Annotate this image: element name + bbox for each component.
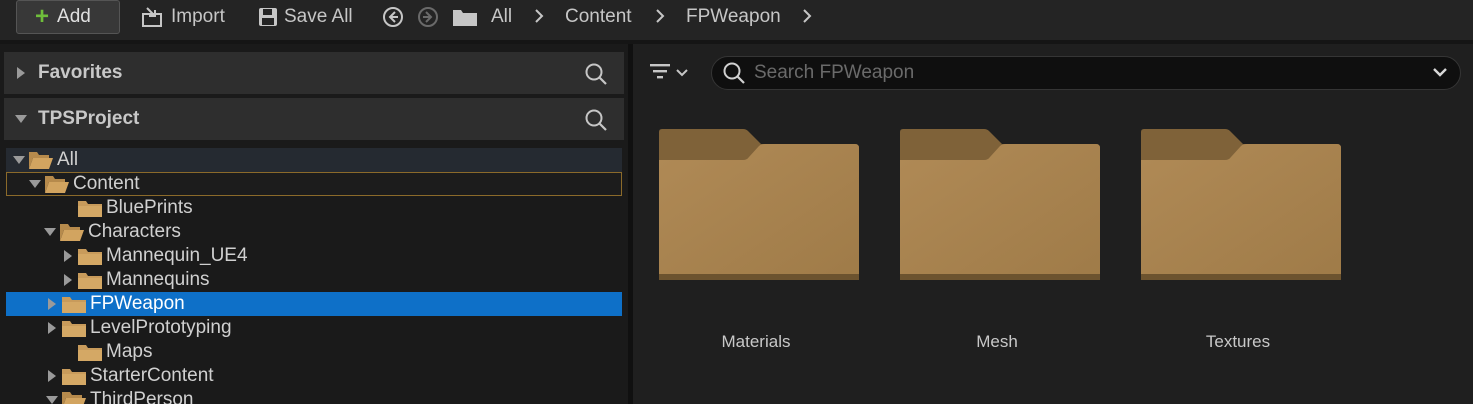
plus-icon: + [35,3,50,30]
tree-item-blueprints[interactable]: BluePrints [6,196,622,220]
tree-item-label: Content [73,173,140,194]
search-icon[interactable] [584,62,608,92]
save-all-button[interactable]: Save All [258,0,353,34]
expand-arrow-icon[interactable] [61,249,75,263]
save-icon [258,7,278,27]
expand-arrow-icon[interactable] [45,297,59,311]
asset-view-panel: Materials Mesh Textures [633,44,1473,404]
folder-tree: All Content BluePrints Characters Mannequin_… [4,142,624,404]
tree-item-label: StarterContent [90,365,214,386]
add-button-label: Add [57,6,91,27]
tree-item-startercontent[interactable]: StarterContent [6,364,622,388]
tree-item-label: FPWeapon [90,293,185,314]
folder-icon [900,129,1100,280]
asset-label: Mesh [976,332,1018,351]
asset-tile-materials[interactable]: Materials [653,128,859,364]
search-icon[interactable] [584,108,608,138]
expand-arrow-icon[interactable] [45,369,59,383]
folder-icon [61,318,87,338]
asset-search-input[interactable] [754,62,1404,84]
tree-item-label: ThirdPerson [90,389,194,404]
tree-item-label: Maps [106,341,153,362]
collapse-arrow-icon[interactable] [28,177,42,191]
expand-arrow-icon[interactable] [45,321,59,335]
tree-item-content[interactable]: Content [6,172,622,196]
search-icon [722,61,746,85]
collapse-arrow-icon[interactable] [43,225,57,239]
tree-item-characters[interactable]: Characters [6,220,622,244]
filter-button[interactable] [649,62,689,85]
favorites-header[interactable]: Favorites [4,52,624,94]
folder-icon [77,246,103,266]
folder-icon [659,129,859,280]
tree-item-label: All [57,149,79,170]
back-icon[interactable] [382,0,404,34]
folder-icon [61,294,87,314]
tree-item-fpweapon[interactable]: FPWeapon [6,292,622,316]
project-label: TPSProject [38,108,140,129]
project-header[interactable]: TPSProject [4,98,624,140]
asset-search-box[interactable] [711,56,1461,90]
folder-open-icon [61,390,87,404]
breadcrumb-fpweapon[interactable]: FPWeapon [686,0,781,34]
asset-tile-textures[interactable]: Textures [1135,128,1341,364]
tree-item-label: BluePrints [106,197,193,218]
favorites-label: Favorites [38,62,123,83]
folder-icon [77,342,103,362]
chevron-down-icon[interactable] [1432,66,1448,78]
forward-icon[interactable] [417,0,439,34]
import-icon [141,6,165,28]
tree-item-label: Mannequins [106,269,210,290]
filter-icon [649,62,671,85]
breadcrumb-all[interactable]: All [491,0,512,34]
tree-item-all[interactable]: All [6,148,622,172]
collapse-arrow-icon[interactable] [4,114,38,124]
folder-open-icon [28,150,54,170]
breadcrumb-content[interactable]: Content [565,0,632,34]
content-browser-toolbar: + Add Import Save All All Content FPWeap… [0,0,1473,40]
collapse-arrow-icon[interactable] [12,153,26,167]
tree-item-thirdperson[interactable]: ThirdPerson [6,388,622,404]
chevron-down-icon [675,65,689,83]
folder-icon [77,270,103,290]
chevron-right-icon[interactable] [802,6,814,31]
asset-label: Textures [1205,332,1271,351]
expand-arrow-icon[interactable] [61,273,75,287]
tree-item-mannequin-ue4[interactable]: Mannequin_UE4 [6,244,622,268]
collapse-arrow-icon[interactable] [45,393,59,404]
folder-open-icon [44,174,70,194]
save-all-label: Save All [284,6,353,27]
tree-item-maps[interactable]: Maps [6,340,622,364]
expand-arrow-icon[interactable] [4,66,38,80]
tree-item-label: Characters [88,221,181,242]
folder-icon [1141,129,1341,280]
chevron-right-icon [534,6,546,31]
folder-open-icon [59,222,85,242]
sources-panel: Favorites TPSProject All Content BluePrint… [0,44,628,404]
tree-item-mannequins[interactable]: Mannequins [6,268,622,292]
import-button[interactable]: Import [141,0,225,34]
import-label: Import [171,6,225,27]
folder-icon [61,366,87,386]
add-button[interactable]: + Add [16,0,120,34]
asset-label: Materials [721,332,791,351]
asset-tile-mesh[interactable]: Mesh [894,128,1100,364]
folder-icon [77,198,103,218]
tree-item-label: LevelPrototyping [90,317,232,338]
folder-icon [452,0,478,34]
chevron-right-icon [655,6,667,31]
tree-item-label: Mannequin_UE4 [106,245,248,266]
tree-item-levelprototyping[interactable]: LevelPrototyping [6,316,622,340]
